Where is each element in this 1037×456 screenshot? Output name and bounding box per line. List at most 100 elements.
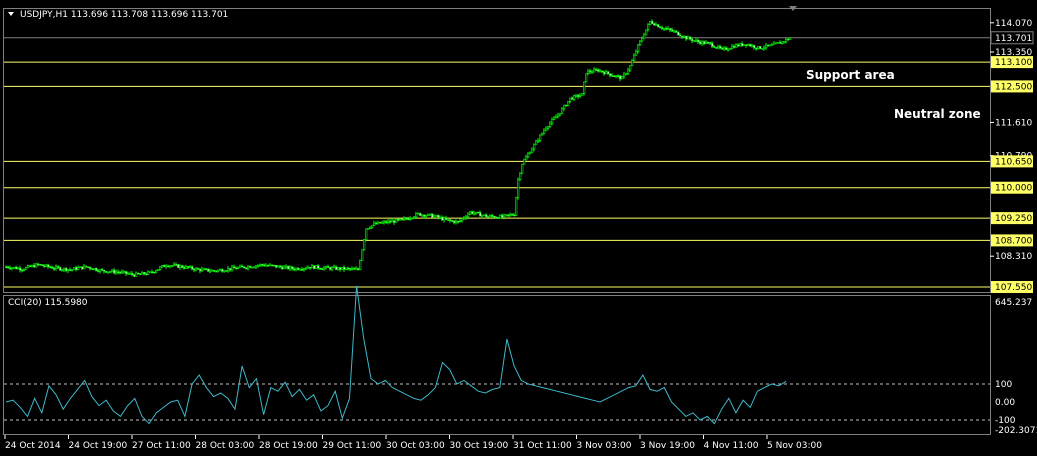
level-label: 109.250 [995, 214, 1032, 224]
candle-body [89, 266, 92, 269]
candle-body [473, 212, 476, 215]
candle-body [707, 41, 710, 44]
candle-body [197, 268, 200, 270]
candle-body [385, 221, 388, 223]
candle-body [419, 212, 422, 216]
candle-body [193, 268, 196, 271]
candle-body [333, 266, 336, 269]
candle-body [463, 217, 466, 220]
candle-body [779, 41, 782, 44]
indicator-title: CCI(20) 115.5980 [8, 298, 88, 308]
candle-body [345, 267, 348, 270]
candle-body [49, 266, 52, 269]
candle-body [673, 30, 676, 33]
candle-body [465, 216, 468, 219]
candle-body [203, 268, 206, 271]
candle-body [387, 220, 390, 223]
candle-body [631, 60, 634, 67]
candle-body [225, 270, 228, 272]
candle-body [703, 41, 706, 44]
candle-body [587, 70, 590, 74]
candle-body [643, 34, 646, 39]
candle-body [287, 265, 290, 270]
candle-body [357, 268, 360, 270]
indicator-axis-label: 645.237 [995, 298, 1032, 308]
candle-body [741, 43, 744, 46]
candle-body [725, 47, 728, 50]
candle-body [759, 46, 762, 49]
candle-body [167, 265, 170, 268]
candle-body [679, 34, 682, 37]
candle-body [15, 266, 18, 270]
candle-body [241, 265, 244, 268]
candle-body [5, 266, 8, 269]
candle-body [355, 268, 358, 270]
candle-body [561, 108, 564, 114]
candle-body [611, 75, 614, 77]
candle-body [781, 41, 784, 44]
candle-body [299, 269, 302, 271]
candle-body [701, 41, 704, 45]
candle-body [787, 38, 790, 41]
candle-body [451, 220, 454, 222]
candle-body [769, 44, 772, 47]
candle-body [263, 264, 266, 267]
candle-body [617, 75, 620, 78]
candle-body [651, 20, 654, 24]
candle-body [161, 265, 164, 268]
candle-body [655, 24, 658, 26]
indicator-axis-label: 0.00 [995, 398, 1015, 408]
candle-body [785, 38, 788, 42]
candle-body [481, 214, 484, 217]
candle-body [261, 264, 264, 266]
candle-body [775, 42, 778, 45]
cci-line [5, 285, 787, 425]
candle-body [733, 45, 736, 48]
candle-body [295, 267, 298, 271]
candle-body [183, 267, 186, 269]
candle-body [69, 269, 72, 271]
candle-body [23, 268, 26, 271]
level-label: 110.650 [995, 157, 1032, 167]
candle-body [307, 267, 310, 269]
candle-body [747, 44, 750, 46]
candle-body [755, 47, 758, 50]
candle-body [727, 48, 730, 51]
candle-body [761, 48, 764, 50]
candle-body [27, 265, 30, 268]
candle-body [291, 266, 294, 270]
x-axis-label: 30 Oct 19:00 [450, 441, 509, 451]
candle-body [9, 267, 12, 270]
candle-body [269, 264, 272, 267]
candle-body [613, 75, 616, 78]
candle-body [509, 214, 512, 216]
candle-body [575, 94, 578, 97]
candle-body [535, 140, 538, 145]
candle-body [527, 153, 530, 158]
candle-body [285, 265, 288, 268]
candle-body [475, 211, 478, 214]
candle-body [645, 29, 648, 36]
candle-body [433, 215, 436, 218]
candle-body [141, 272, 144, 275]
candle-body [37, 263, 40, 266]
candle-body [717, 46, 720, 49]
x-axis-label: 30 Oct 03:00 [386, 441, 445, 451]
candle-body [677, 31, 680, 36]
candle-body [729, 48, 732, 50]
chart-title: USDJPY,H1 113.696 113.708 113.696 113.70… [20, 10, 228, 20]
candle-body [323, 267, 326, 270]
candle-body [251, 266, 254, 269]
candle-body [113, 269, 116, 274]
candle-body [109, 271, 112, 273]
candle-body [259, 264, 262, 266]
candle-body [85, 265, 88, 268]
candle-body [663, 27, 666, 30]
candle-body [425, 215, 428, 217]
candle-body [471, 211, 474, 214]
candle-body [237, 267, 240, 269]
candle-body [289, 266, 292, 270]
candle-body [349, 268, 352, 270]
candle-body [713, 46, 716, 48]
candle-body [293, 268, 296, 271]
